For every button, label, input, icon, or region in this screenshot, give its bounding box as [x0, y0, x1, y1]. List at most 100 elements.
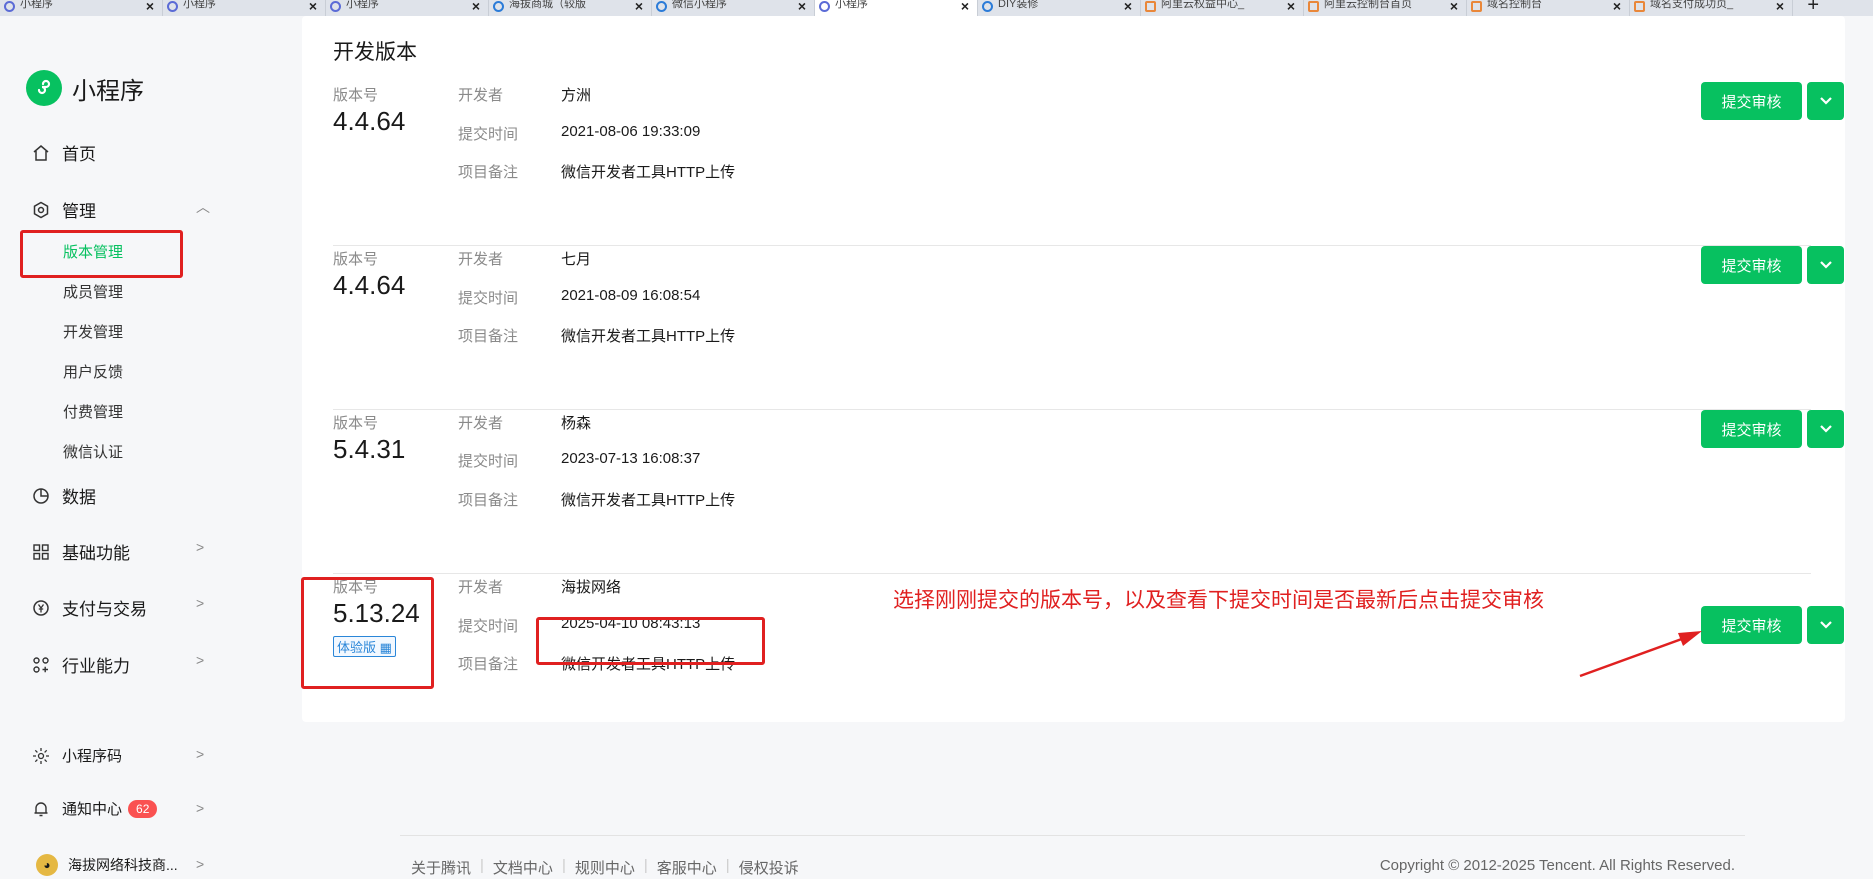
footer-link-docs[interactable]: 文档中心: [493, 857, 553, 878]
close-icon[interactable]: ×: [472, 0, 480, 14]
home-icon: [32, 144, 50, 162]
close-icon[interactable]: ×: [961, 0, 969, 14]
version-label: 版本号: [333, 415, 379, 432]
aliyun-tab-icon: [1145, 1, 1156, 12]
sidebar-item-label: 通知中心: [62, 801, 123, 818]
close-icon[interactable]: ×: [635, 0, 643, 14]
remark-value: 微信开发者工具HTTP上传: [561, 656, 736, 673]
footer-link-rules[interactable]: 规则中心: [575, 857, 635, 878]
sidebar-item-label: 基础功能: [62, 544, 130, 563]
more-options-button[interactable]: [1807, 246, 1844, 284]
footer-divider: [400, 835, 1745, 836]
sidebar-item-home[interactable]: 首页: [32, 140, 96, 165]
submit-time-value: 2025-04-10 08:43:13: [561, 615, 701, 632]
chevron-right-icon[interactable]: >: [196, 746, 204, 762]
submit-review-button[interactable]: 提交审核: [1701, 410, 1802, 448]
close-icon[interactable]: ×: [309, 0, 317, 14]
browser-tab[interactable]: DIY装修 ×: [978, 0, 1141, 16]
more-options-button[interactable]: [1807, 82, 1844, 120]
version-row: 版本号 4.4.64 开发者 七月 提交时间 2021-08-09 16:08:…: [333, 246, 1844, 410]
chevron-down-icon: [1819, 94, 1833, 109]
close-icon[interactable]: ×: [1124, 0, 1132, 14]
miniprogram-logo-icon: [26, 70, 62, 106]
browser-tab-bar: 小程序 × 小程序 × 小程序 × 海拔商城（较版 × 微信小程序 × 小程序 × DIY装…: [0, 0, 1873, 16]
close-icon[interactable]: ×: [1776, 0, 1784, 14]
notice-count-badge: 62: [128, 799, 158, 818]
sidebar-item-user-feedback[interactable]: 用户反馈: [63, 361, 123, 382]
chevron-right-icon[interactable]: >: [196, 595, 204, 611]
browser-tab-active[interactable]: 小程序 ×: [815, 0, 978, 16]
chevron-down-icon: [1819, 422, 1833, 437]
chevron-right-icon[interactable]: >: [196, 800, 204, 816]
brand-name: 小程序: [72, 77, 144, 105]
browser-tab[interactable]: 小程序 ×: [163, 0, 326, 16]
sidebar-item-wechat-certification[interactable]: 微信认证: [63, 441, 123, 462]
submit-review-button[interactable]: 提交审核: [1701, 246, 1802, 284]
miniprogram-tab-icon: [167, 1, 178, 12]
chevron-up-icon[interactable]: ︿: [196, 197, 210, 217]
sidebar-item-qrcode[interactable]: 小程序码: [32, 745, 122, 766]
developer-value: 杨森: [561, 415, 592, 432]
remark-value: 微信开发者工具HTTP上传: [561, 164, 736, 181]
sidebar-item-label: 行业能力: [62, 657, 130, 676]
sidebar-item-member-management[interactable]: 成员管理: [63, 281, 123, 302]
remark-label: 项目备注: [458, 328, 519, 345]
remark-label: 项目备注: [458, 164, 519, 181]
developer-label: 开发者: [458, 579, 504, 596]
grid-icon: [32, 543, 50, 561]
sidebar-item-version-management[interactable]: 版本管理: [63, 241, 123, 262]
developer-value: 海拔网络: [561, 579, 622, 596]
browser-tab[interactable]: 小程序 ×: [326, 0, 489, 16]
version-label: 版本号: [333, 251, 379, 268]
sidebar-account[interactable]: ◕ 海拔网络科技商...: [36, 854, 178, 876]
submit-time-value: 2021-08-06 19:33:09: [561, 123, 701, 140]
submit-time-value: 2021-08-09 16:08:54: [561, 287, 701, 304]
footer-link-about[interactable]: 关于腾讯: [411, 857, 471, 878]
chevron-right-icon[interactable]: >: [196, 856, 204, 872]
version-number: 5.4.31: [333, 434, 406, 464]
sidebar-item-industry[interactable]: 行业能力: [32, 652, 130, 677]
wechat-tab-icon: [982, 1, 993, 12]
browser-tab[interactable]: 微信小程序 ×: [652, 0, 815, 16]
chevron-right-icon[interactable]: >: [196, 539, 204, 555]
version-number: 5.13.24: [333, 598, 420, 628]
sidebar-item-data[interactable]: 数据: [32, 483, 96, 508]
sidebar-item-payment-trading[interactable]: 支付与交易: [32, 595, 147, 620]
browser-tab[interactable]: 小程序 ×: [0, 0, 163, 16]
chevron-right-icon[interactable]: >: [196, 652, 204, 668]
chevron-down-icon: [1819, 618, 1833, 633]
trial-version-tag[interactable]: 体验版 ▦: [333, 636, 396, 657]
sidebar: 小程序 首页 管理 ︿ 版本管理 成员管理 开发管理 用户反馈 付费管理 微信认…: [0, 16, 300, 879]
browser-tab[interactable]: 海拔商城（较版 ×: [489, 0, 652, 16]
close-icon[interactable]: ×: [1450, 0, 1458, 14]
remark-label: 项目备注: [458, 656, 519, 673]
dev-versions-card: 开发版本 版本号 4.4.64 开发者 方洲 提交时间 2021-08-06 1…: [302, 16, 1845, 722]
brand[interactable]: 小程序: [26, 70, 144, 106]
footer-link-infringement[interactable]: 侵权投诉: [739, 857, 799, 878]
close-icon[interactable]: ×: [1287, 0, 1295, 14]
close-icon[interactable]: ×: [146, 0, 154, 14]
footer-link-support[interactable]: 客服中心: [657, 857, 717, 878]
close-icon[interactable]: ×: [798, 0, 806, 14]
browser-tab[interactable]: 域名支付成功页_ ×: [1630, 0, 1793, 16]
sidebar-item-basic-functions[interactable]: 基础功能: [32, 539, 130, 564]
browser-tab[interactable]: 域名控制台 ×: [1467, 0, 1630, 16]
more-options-button[interactable]: [1807, 606, 1844, 644]
chevron-down-icon: [1819, 258, 1833, 273]
submit-review-button[interactable]: 提交审核: [1701, 606, 1802, 644]
sidebar-item-label: 数据: [62, 488, 96, 507]
sidebar-item-dev-management[interactable]: 开发管理: [63, 321, 123, 342]
submit-time-value: 2023-07-13 16:08:37: [561, 450, 701, 467]
sidebar-item-payment-management[interactable]: 付费管理: [63, 401, 123, 422]
submit-review-button[interactable]: 提交审核: [1701, 82, 1802, 120]
close-icon[interactable]: ×: [1613, 0, 1621, 14]
browser-tab[interactable]: 阿里云权益中心_ ×: [1141, 0, 1304, 16]
version-number: 4.4.64: [333, 106, 406, 136]
browser-tab[interactable]: 阿里云控制台首页 ×: [1304, 0, 1467, 16]
sidebar-item-manage[interactable]: 管理: [32, 197, 96, 222]
new-tab-icon[interactable]: +: [1807, 0, 1819, 16]
wechat-tab-icon: [493, 1, 504, 12]
sidebar-item-notice-center[interactable]: 通知中心 62: [32, 798, 158, 819]
more-options-button[interactable]: [1807, 410, 1844, 448]
version-number: 4.4.64: [333, 270, 406, 300]
